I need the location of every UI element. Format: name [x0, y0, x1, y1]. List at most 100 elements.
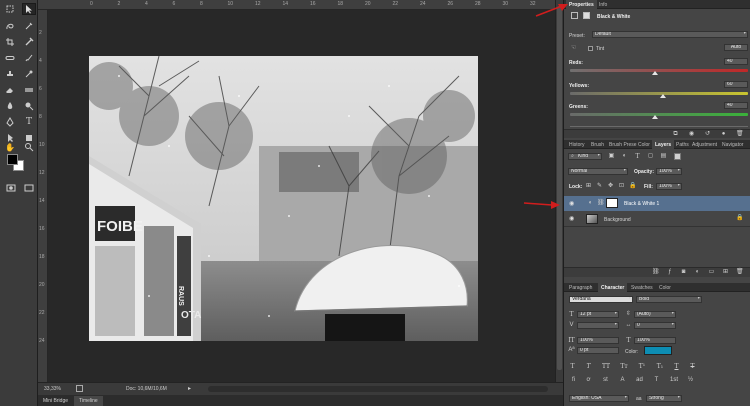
tab-properties[interactable]: Properties: [566, 0, 597, 9]
fractions-button[interactable]: ½: [687, 377, 694, 384]
foreground-color-swatch[interactable]: [7, 154, 18, 165]
layer-lock-icon[interactable]: 🔒: [736, 215, 743, 222]
reds-slider-knob[interactable]: [652, 71, 659, 75]
tint-checkbox[interactable]: [588, 46, 593, 51]
filter-smart-object-icon[interactable]: ▤: [660, 153, 667, 160]
visibility-eye-icon[interactable]: ◉: [569, 215, 574, 222]
tab-color[interactable]: Color: [635, 140, 653, 149]
reds-value[interactable]: 40: [724, 58, 748, 65]
vertical-scale-field[interactable]: 100%: [577, 337, 619, 344]
filter-adjustment-icon[interactable]: ◐: [621, 153, 628, 160]
link-icon[interactable]: ⛓: [597, 200, 605, 207]
preset-dropdown[interactable]: Default: [592, 31, 748, 38]
all-caps-button[interactable]: TT: [601, 363, 611, 370]
tab-adjustments[interactable]: Adjustment: [689, 140, 720, 149]
new-adjustment-icon[interactable]: ◐: [694, 269, 701, 276]
add-mask-icon[interactable]: ◙: [680, 269, 687, 276]
tab-paragraph[interactable]: Paragraph: [566, 283, 595, 292]
tab-timeline[interactable]: Timeline: [74, 396, 103, 406]
layer-name[interactable]: Black & White 1: [624, 201, 659, 207]
language-dropdown[interactable]: English: USA: [569, 395, 629, 402]
lock-position-icon[interactable]: ✥: [607, 183, 614, 190]
filter-toggle-icon[interactable]: [674, 153, 681, 160]
mask-thumbnail[interactable]: [606, 198, 618, 208]
scrollbar-thumb[interactable]: [557, 6, 562, 370]
layer-style-icon[interactable]: ƒ: [666, 269, 673, 276]
baseline-shift-field[interactable]: 0 pt: [577, 347, 619, 354]
zoom-readout[interactable]: 33,33%: [44, 386, 61, 392]
greens-slider-track[interactable]: [570, 113, 748, 116]
gradient-tool-icon[interactable]: [22, 84, 36, 96]
titling-alternates-button[interactable]: T: [653, 377, 660, 384]
history-brush-tool-icon[interactable]: [22, 68, 36, 80]
subscript-button[interactable]: T₁: [655, 363, 665, 370]
yellows-slider-knob[interactable]: [659, 94, 666, 98]
tab-mini-bridge[interactable]: Mini Bridge: [38, 396, 73, 406]
old-style-button[interactable]: ơ: [585, 377, 592, 384]
opacity-field[interactable]: 100%: [656, 168, 682, 175]
stylistic-alternates-button[interactable]: ad: [635, 377, 644, 384]
clone-stamp-tool-icon[interactable]: [3, 68, 17, 80]
greens-slider-knob[interactable]: [652, 115, 659, 119]
tab-swatches[interactable]: Swatches: [628, 283, 656, 292]
document-info-icon[interactable]: [76, 385, 83, 392]
greens-value[interactable]: 40: [724, 102, 748, 109]
artboard-tool-icon[interactable]: [3, 3, 17, 15]
filter-type-icon[interactable]: T: [634, 153, 641, 160]
underline-button[interactable]: T: [673, 363, 680, 370]
tab-history[interactable]: History: [566, 140, 588, 149]
targeted-adjustment-icon[interactable]: ☜: [570, 45, 577, 52]
kerning-field[interactable]: [577, 322, 619, 329]
document-photo[interactable]: FOIBE RAUS OTA: [89, 56, 478, 341]
ligatures-button[interactable]: fi: [569, 377, 578, 384]
filter-pixel-icon[interactable]: ▣: [608, 153, 615, 160]
discretionary-ligatures-button[interactable]: st: [601, 377, 610, 384]
marquee-tool-icon[interactable]: [3, 20, 17, 32]
font-style-dropdown[interactable]: Bold: [636, 296, 702, 303]
layer-name[interactable]: Background: [604, 217, 631, 223]
yellows-value[interactable]: 60: [724, 81, 748, 88]
hand-tool-icon[interactable]: ✋: [3, 142, 17, 152]
view-previous-icon[interactable]: ◉: [688, 131, 695, 138]
reset-icon[interactable]: ↺: [704, 131, 711, 138]
tab-layers[interactable]: Layers: [652, 140, 675, 149]
eraser-tool-icon[interactable]: [3, 84, 17, 96]
brush-tool-icon[interactable]: [22, 52, 36, 64]
horizontal-scrollbar[interactable]: [208, 386, 548, 392]
faux-italic-button[interactable]: T: [585, 363, 592, 370]
antialias-dropdown[interactable]: Strong: [646, 395, 682, 402]
vertical-scrollbar[interactable]: [555, 0, 563, 382]
quick-mask-icon[interactable]: [4, 182, 18, 194]
new-group-icon[interactable]: ▭: [708, 269, 715, 276]
lock-transparent-icon[interactable]: ⊞: [585, 183, 592, 190]
horizontal-scale-field[interactable]: 100%: [634, 337, 676, 344]
layer-row-black-white[interactable]: ◉ ◐ ⛓ Black & White 1: [564, 196, 750, 211]
leading-field[interactable]: (Auto): [634, 311, 676, 318]
ordinals-button[interactable]: 1st: [669, 377, 679, 384]
blend-mode-dropdown[interactable]: Normal: [568, 168, 628, 175]
link-layers-icon[interactable]: ⛓: [652, 269, 660, 276]
tracking-field[interactable]: 0: [634, 322, 676, 329]
screen-mode-icon[interactable]: [22, 182, 36, 194]
small-caps-button[interactable]: Tт: [619, 363, 629, 370]
text-color-swatch[interactable]: [644, 346, 672, 355]
new-layer-icon[interactable]: ⊞: [722, 269, 729, 276]
lock-artboard-icon[interactable]: ⊡: [618, 183, 625, 190]
font-size-field[interactable]: 12 pt: [577, 311, 619, 318]
trash-icon[interactable]: 🗑: [736, 131, 744, 138]
tab-color-2[interactable]: Color: [656, 283, 674, 292]
auto-button[interactable]: Auto: [724, 44, 748, 51]
pen-tool-icon[interactable]: [3, 116, 17, 128]
filter-shape-icon[interactable]: ◻: [647, 153, 654, 160]
delete-layer-icon[interactable]: 🗑: [736, 269, 744, 276]
status-menu-arrow[interactable]: ▸: [188, 385, 191, 392]
layer-row-background[interactable]: ◉ Background 🔒: [564, 211, 750, 227]
font-family-dropdown[interactable]: Verdana: [569, 296, 633, 303]
type-tool-icon[interactable]: T: [22, 116, 36, 128]
visibility-eye-icon[interactable]: ◉: [569, 200, 574, 207]
fill-field[interactable]: 100%: [656, 183, 682, 190]
tab-navigator[interactable]: Navigator: [719, 140, 746, 149]
lock-image-icon[interactable]: ✎: [596, 183, 603, 190]
cyans-slider-track[interactable]: [570, 126, 748, 127]
healing-brush-tool-icon[interactable]: [3, 52, 17, 64]
